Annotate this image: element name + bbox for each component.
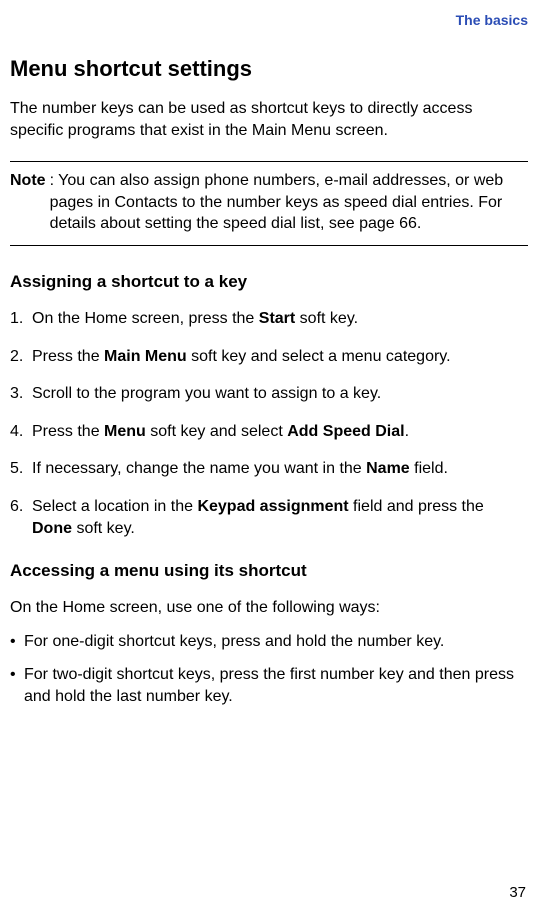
step-item: 5. If necessary, change the name you wan… [10, 458, 528, 480]
step-text: Press the Menu soft key and select Add S… [32, 421, 528, 443]
bullet-item: • For one-digit shortcut keys, press and… [10, 631, 528, 653]
step-text: On the Home screen, press the Start soft… [32, 308, 528, 330]
step-number: 1. [10, 308, 32, 330]
page-number: 37 [509, 884, 526, 901]
section-title: Menu shortcut settings [10, 56, 528, 82]
step-item: 6. Select a location in the Keypad assig… [10, 496, 528, 539]
step-item: 2. Press the Main Menu soft key and sele… [10, 346, 528, 368]
step-text: Press the Main Menu soft key and select … [32, 346, 528, 368]
subsection-accessing-title: Accessing a menu using its shortcut [10, 561, 528, 581]
steps-list: 1. On the Home screen, press the Start s… [10, 308, 528, 539]
note-label: Note [10, 170, 46, 235]
chapter-header: The basics [10, 12, 528, 28]
bullet-marker: • [10, 664, 24, 707]
access-intro: On the Home screen, use one of the follo… [10, 597, 528, 619]
bullet-text: For one-digit shortcut keys, press and h… [24, 631, 444, 653]
step-text: Select a location in the Keypad assignme… [32, 496, 528, 539]
step-number: 3. [10, 383, 32, 405]
intro-paragraph: The number keys can be used as shortcut … [10, 98, 528, 141]
bullet-item: • For two-digit shortcut keys, press the… [10, 664, 528, 707]
step-number: 2. [10, 346, 32, 368]
subsection-assigning-title: Assigning a shortcut to a key [10, 272, 528, 292]
bullet-list: • For one-digit shortcut keys, press and… [10, 631, 528, 708]
step-number: 4. [10, 421, 32, 443]
step-item: 1. On the Home screen, press the Start s… [10, 308, 528, 330]
note-block: Note : You can also assign phone numbers… [10, 161, 528, 246]
step-number: 5. [10, 458, 32, 480]
note-text: : You can also assign phone numbers, e-m… [46, 170, 528, 235]
step-text: Scroll to the program you want to assign… [32, 383, 528, 405]
bullet-marker: • [10, 631, 24, 653]
step-number: 6. [10, 496, 32, 539]
step-text: If necessary, change the name you want i… [32, 458, 528, 480]
bullet-text: For two-digit shortcut keys, press the f… [24, 664, 528, 707]
step-item: 3. Scroll to the program you want to ass… [10, 383, 528, 405]
step-item: 4. Press the Menu soft key and select Ad… [10, 421, 528, 443]
